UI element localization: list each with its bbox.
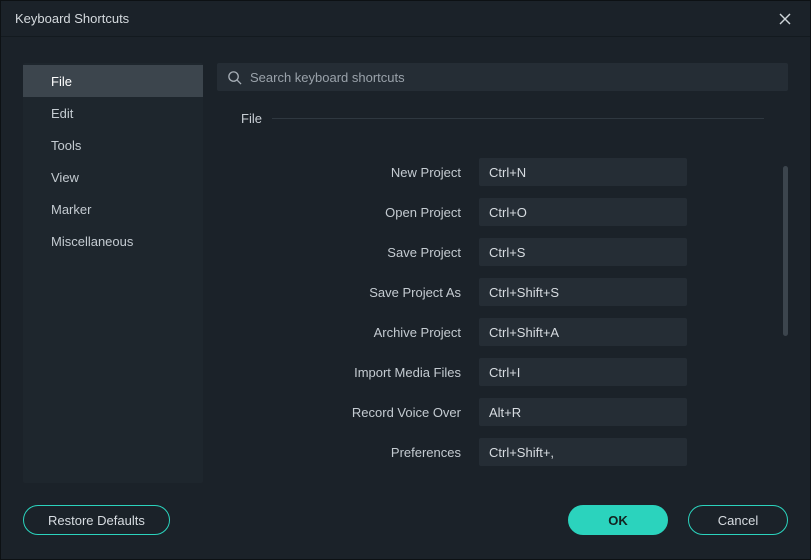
cancel-button[interactable]: Cancel — [688, 505, 788, 535]
shortcut-row: Save Project As Ctrl+Shift+S — [229, 278, 764, 306]
shortcut-keys: Ctrl+S — [489, 245, 525, 260]
section-divider — [272, 118, 764, 119]
category-sidebar: File Edit Tools View Marker Miscellaneou… — [23, 63, 203, 483]
shortcut-row: Archive Project Ctrl+Shift+A — [229, 318, 764, 346]
restore-defaults-button[interactable]: Restore Defaults — [23, 505, 170, 535]
shortcut-keys: Ctrl+Shift+S — [489, 285, 559, 300]
shortcut-label: Import Media Files — [229, 365, 461, 380]
sidebar-item-label: View — [51, 170, 79, 185]
close-icon — [779, 13, 791, 25]
sidebar-item-label: Miscellaneous — [51, 234, 133, 249]
scrollbar-thumb[interactable] — [783, 166, 788, 336]
shortcut-keys: Ctrl+O — [489, 205, 527, 220]
dialog-title: Keyboard Shortcuts — [15, 11, 129, 26]
shortcut-input[interactable]: Ctrl+O — [479, 198, 687, 226]
shortcut-input[interactable]: Ctrl+N — [479, 158, 687, 186]
titlebar: Keyboard Shortcuts — [1, 1, 810, 37]
button-label: Restore Defaults — [48, 513, 145, 528]
shortcut-label: Save Project — [229, 245, 461, 260]
search-input[interactable] — [250, 70, 778, 85]
button-label: OK — [608, 513, 628, 528]
shortcut-label: Preferences — [229, 445, 461, 460]
shortcut-input[interactable]: Ctrl+Shift+S — [479, 278, 687, 306]
shortcut-row: New Project Ctrl+N — [229, 158, 764, 186]
shortcut-keys: Alt+R — [489, 405, 521, 420]
section-header-row: File — [217, 111, 788, 126]
shortcut-keys: Ctrl+Shift+, — [489, 445, 554, 460]
search-icon — [227, 70, 242, 85]
shortcut-row: Import Media Files Ctrl+I — [229, 358, 764, 386]
ok-button[interactable]: OK — [568, 505, 668, 535]
button-label: Cancel — [718, 513, 758, 528]
shortcut-label: New Project — [229, 165, 461, 180]
shortcut-row: Preferences Ctrl+Shift+, — [229, 438, 764, 466]
shortcut-label: Record Voice Over — [229, 405, 461, 420]
shortcut-label: Save Project As — [229, 285, 461, 300]
search-bar[interactable] — [217, 63, 788, 91]
close-button[interactable] — [774, 8, 796, 30]
sidebar-item-label: Tools — [51, 138, 81, 153]
dialog-body: File Edit Tools View Marker Miscellaneou… — [1, 37, 810, 493]
sidebar-item-file[interactable]: File — [23, 65, 203, 97]
shortcut-list: New Project Ctrl+N Open Project Ctrl+O S… — [217, 136, 788, 466]
shortcut-input[interactable]: Alt+R — [479, 398, 687, 426]
section-title: File — [241, 111, 262, 126]
sidebar-item-tools[interactable]: Tools — [23, 129, 203, 161]
sidebar-item-view[interactable]: View — [23, 161, 203, 193]
shortcuts-dialog: Keyboard Shortcuts File Edit Tools View … — [0, 0, 811, 560]
shortcut-input[interactable]: Ctrl+Shift+A — [479, 318, 687, 346]
footer-right-group: OK Cancel — [568, 505, 788, 535]
shortcut-input[interactable]: Ctrl+Shift+, — [479, 438, 687, 466]
shortcut-label: Open Project — [229, 205, 461, 220]
sidebar-item-edit[interactable]: Edit — [23, 97, 203, 129]
sidebar-item-miscellaneous[interactable]: Miscellaneous — [23, 225, 203, 257]
shortcut-keys: Ctrl+N — [489, 165, 526, 180]
sidebar-item-label: File — [51, 74, 72, 89]
sidebar-item-marker[interactable]: Marker — [23, 193, 203, 225]
sidebar-item-label: Edit — [51, 106, 73, 121]
shortcut-row: Open Project Ctrl+O — [229, 198, 764, 226]
sidebar-item-label: Marker — [51, 202, 91, 217]
main-panel: File New Project Ctrl+N Open Project — [217, 63, 788, 483]
shortcut-row: Record Voice Over Alt+R — [229, 398, 764, 426]
shortcut-input[interactable]: Ctrl+S — [479, 238, 687, 266]
shortcut-keys: Ctrl+Shift+A — [489, 325, 559, 340]
dialog-footer: Restore Defaults OK Cancel — [1, 493, 810, 559]
shortcut-list-scroll: New Project Ctrl+N Open Project Ctrl+O S… — [217, 136, 788, 483]
shortcut-keys: Ctrl+I — [489, 365, 520, 380]
shortcut-row: Save Project Ctrl+S — [229, 238, 764, 266]
shortcut-label: Archive Project — [229, 325, 461, 340]
shortcut-input[interactable]: Ctrl+I — [479, 358, 687, 386]
